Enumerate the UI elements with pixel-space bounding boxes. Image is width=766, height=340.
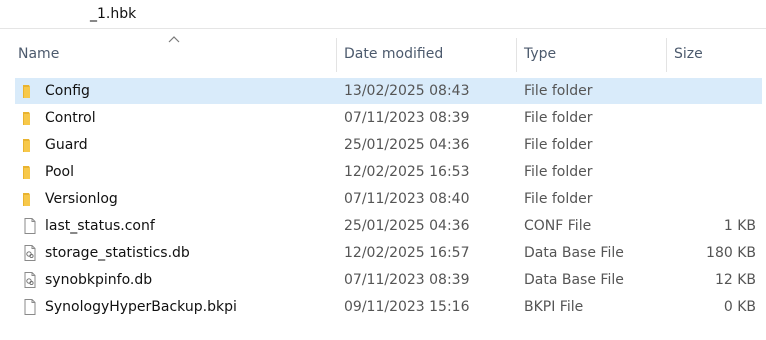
file-icon [24, 218, 36, 234]
date-modified: 07/11/2023 08:40 [344, 191, 470, 207]
date-modified: 07/11/2023 08:39 [344, 110, 470, 126]
file-row[interactable]: SynologyHyperBackup.bkpi 09/11/2023 15:16… [15, 294, 762, 320]
file-row[interactable]: last_status.conf 25/01/2025 04:36 CONF Fil… [15, 213, 762, 239]
date-modified: 09/11/2023 15:16 [344, 299, 470, 315]
file-row[interactable]: synobkpinfo.db 07/11/2023 08:39 Data Base … [15, 267, 762, 293]
file-name: Config [45, 83, 90, 99]
file-row[interactable]: Control 07/11/2023 08:39 File folder [15, 105, 762, 131]
file-type: Data Base File [524, 272, 624, 288]
file-name: storage_statistics.db [45, 245, 190, 261]
date-modified: 12/02/2025 16:53 [344, 164, 470, 180]
column-divider[interactable] [336, 38, 337, 72]
file-type: CONF File [524, 218, 592, 234]
column-header-name[interactable]: Name [18, 45, 59, 73]
file-row[interactable]: storage_statistics.db 12/02/2025 16:57 Dat… [15, 240, 762, 266]
sort-ascending-icon [168, 36, 180, 43]
column-header-type[interactable]: Type [524, 45, 556, 73]
file-name: synobkpinfo.db [45, 272, 153, 288]
folder-icon [23, 112, 30, 125]
file-name: Pool [45, 164, 74, 180]
file-type: File folder [524, 191, 593, 207]
column-header-date[interactable]: Date modified [344, 45, 443, 73]
file-type: File folder [524, 164, 593, 180]
file-type: BKPI File [524, 299, 584, 315]
folder-icon [23, 139, 30, 152]
file-name: Control [45, 110, 96, 126]
file-type: File folder [524, 110, 593, 126]
file-row[interactable]: Guard 25/01/2025 04:36 File folder [15, 132, 762, 158]
column-divider[interactable] [516, 38, 517, 72]
database-file-icon [24, 245, 36, 261]
file-size: 12 KB [714, 272, 756, 288]
file-row[interactable]: Versionlog 07/11/2023 08:40 File folder [15, 186, 762, 212]
folder-icon [23, 85, 30, 98]
file-icon [24, 299, 36, 315]
folder-icon [23, 166, 30, 179]
file-type: File folder [524, 137, 593, 153]
file-size: 0 KB [723, 299, 756, 315]
file-name: Guard [45, 137, 88, 153]
file-type: Data Base File [524, 245, 624, 261]
address-bar[interactable]: _1.hbk [0, 0, 766, 29]
file-name: Versionlog [45, 191, 118, 207]
file-size: 180 KB [706, 245, 756, 261]
date-modified: 07/11/2023 08:39 [344, 272, 470, 288]
path-text: _1.hbk [90, 6, 137, 22]
date-modified: 25/01/2025 04:36 [344, 137, 470, 153]
file-row[interactable]: Config 13/02/2025 08:43 File folder [15, 78, 762, 104]
file-name: SynologyHyperBackup.bkpi [45, 299, 237, 315]
database-file-icon [24, 272, 36, 288]
file-type: File folder [524, 83, 593, 99]
folder-icon [23, 193, 30, 206]
date-modified: 25/01/2025 04:36 [344, 218, 470, 234]
column-header-size[interactable]: Size [674, 45, 703, 73]
date-modified: 13/02/2025 08:43 [344, 83, 470, 99]
column-header-row: Name Date modified Type Size [0, 36, 766, 72]
file-name: last_status.conf [45, 218, 155, 234]
column-divider[interactable] [666, 38, 667, 72]
date-modified: 12/02/2025 16:57 [344, 245, 470, 261]
file-row[interactable]: Pool 12/02/2025 16:53 File folder [15, 159, 762, 185]
file-size: 1 KB [723, 218, 756, 234]
